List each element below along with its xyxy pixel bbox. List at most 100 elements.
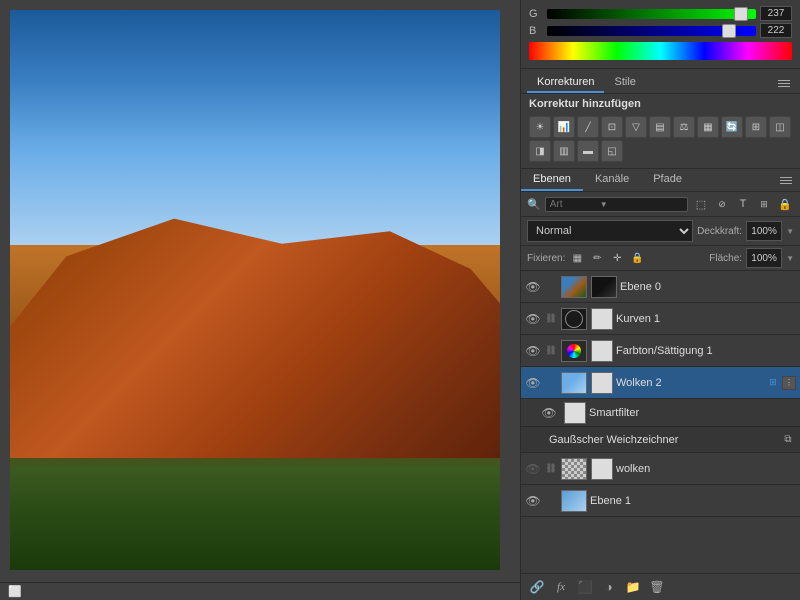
layer-mask-thumbnail [591, 308, 613, 330]
korrekturen-tabs: Korrekturen Stile [521, 73, 800, 94]
tb-icon3[interactable]: T [734, 195, 752, 213]
g-slider[interactable] [547, 9, 756, 19]
korr-photo[interactable]: ▦ [697, 116, 719, 138]
mask-button[interactable]: ⬛ [575, 577, 595, 597]
layer-name: Ebene 0 [620, 281, 796, 293]
layer-item-smartfilter[interactable]: 👁 Smartfilter [521, 399, 800, 427]
visibility-icon[interactable]: 👁 [525, 311, 541, 327]
layer-options-icon[interactable]: ⋮ [782, 376, 796, 390]
layer-item-gauss[interactable]: Gaußscher Weichzeichner ⧉ [521, 427, 800, 453]
thumb-blue [562, 491, 586, 511]
layer-thumbnail [561, 276, 587, 298]
layer-mask-thumbnail [591, 458, 613, 480]
visibility-icon[interactable]: 👁 [525, 279, 541, 295]
layer-item-wolken[interactable]: 👁 ⛓ wolken [521, 453, 800, 485]
layer-item[interactable]: 👁 ⛓ Kurven 1 [521, 303, 800, 335]
tab-pfade[interactable]: Pfade [641, 169, 694, 191]
fx-button[interactable]: fx [551, 577, 571, 597]
layer-mask-thumbnail [591, 372, 613, 394]
filter-options-icon[interactable]: ⧉ [780, 432, 796, 448]
right-panel: G B Korrekturen Stile [520, 0, 800, 600]
tb-icon5[interactable]: 🔒 [776, 195, 794, 213]
layer-thumbnail [561, 340, 587, 362]
fix-icon-lock[interactable]: 🔒 [629, 250, 645, 266]
korr-selective[interactable]: ◫ [769, 116, 791, 138]
korr-hue[interactable]: ▤ [649, 116, 671, 138]
ebenen-menu-btn[interactable] [780, 173, 796, 187]
korr-table[interactable]: ⊞ [745, 116, 767, 138]
folder-button[interactable]: 📁 [623, 577, 643, 597]
color-gradient-bar[interactable] [529, 42, 792, 60]
blend-mode-select[interactable]: Normal [527, 220, 693, 242]
korr-mixer[interactable]: 🔄 [721, 116, 743, 138]
layer-item[interactable]: 👁 Ebene 0 [521, 271, 800, 303]
chain-icon: ⛓ [544, 462, 558, 476]
opacity-row: Deckkraft: ▼ [697, 221, 794, 241]
flaeche-label: Fläche: [709, 253, 742, 264]
ebenen-panel: Ebenen Kanäle Pfade 🔍 ▼ ⬚ [521, 169, 800, 600]
layer-name: Ebene 1 [590, 495, 796, 507]
layer-thumbnail [561, 372, 587, 394]
smartfilter-thumb [564, 402, 586, 424]
fix-icon-pen[interactable]: ✏ [589, 250, 605, 266]
korr-gradient[interactable]: ◨ [529, 140, 551, 162]
layer-item[interactable]: 👁 ⛓ Farbton/Sättigung 1 [521, 335, 800, 367]
korr-invert[interactable]: ◱ [601, 140, 623, 162]
korr-levels[interactable]: 📊 [553, 116, 575, 138]
b-slider[interactable] [547, 26, 756, 36]
layer-item-ebene1[interactable]: 👁 Ebene 1 [521, 485, 800, 517]
tb-icon1[interactable]: ⬚ [692, 195, 710, 213]
tab-korrekturen[interactable]: Korrekturen [527, 73, 604, 93]
b-value[interactable] [760, 23, 792, 38]
fixieren-label: Fixieren: [527, 253, 565, 264]
korr-solid[interactable]: ▬ [577, 140, 599, 162]
fixieren-row: Fixieren: ▦ ✏ ✛ 🔒 Fläche: ▼ [521, 246, 800, 271]
opacity-dropdown[interactable]: ▼ [786, 227, 794, 236]
canvas-area: ⬜ [0, 0, 520, 600]
layer-extra: ⊞ ⋮ [766, 376, 796, 390]
tb-icon2[interactable]: ⊘ [713, 195, 731, 213]
blend-row: Normal Deckkraft: ▼ [521, 217, 800, 246]
g-thumb[interactable] [734, 7, 748, 21]
tab-ebenen[interactable]: Ebenen [521, 169, 583, 191]
fix-icon-move[interactable]: ✛ [609, 250, 625, 266]
thumb-curves [562, 309, 586, 329]
b-thumb[interactable] [722, 24, 736, 38]
korr-curves[interactable]: ╱ [577, 116, 599, 138]
trash-button[interactable]: 🗑 [647, 577, 667, 597]
layer-name: Gaußscher Weichzeichner [549, 434, 777, 446]
visibility-icon[interactable]: 👁 [525, 493, 541, 509]
fix-icon-checkboard[interactable]: ▦ [569, 250, 585, 266]
korr-brightness[interactable]: ☀ [529, 116, 551, 138]
b-label: B [529, 25, 543, 37]
korr-balance[interactable]: ⚖ [673, 116, 695, 138]
visibility-icon[interactable]: 👁 [525, 343, 541, 359]
visibility-icon[interactable]: 👁 [541, 405, 557, 421]
opacity-value[interactable] [746, 221, 782, 241]
flaeche-value[interactable] [746, 248, 782, 268]
layer-list: 👁 Ebene 0 👁 ⛓ [521, 271, 800, 573]
menu-line1 [778, 80, 790, 81]
adjustment-button[interactable]: ◑ [599, 577, 619, 597]
emenu-line2 [780, 180, 792, 181]
tab-kanaele[interactable]: Kanäle [583, 169, 641, 191]
search-box[interactable]: ▼ [545, 197, 688, 212]
korr-vibrance[interactable]: ▽ [625, 116, 647, 138]
layer-thumbnail [561, 308, 587, 330]
korrekturen-menu-btn[interactable] [778, 76, 794, 90]
tb-icon4[interactable]: ⊞ [755, 195, 773, 213]
visibility-icon[interactable]: 👁 [525, 375, 541, 391]
opacity-label: Deckkraft: [697, 226, 742, 237]
flaeche-dropdown[interactable]: ▼ [786, 254, 794, 263]
korr-exposure[interactable]: ⊡ [601, 116, 623, 138]
korr-pattern[interactable]: ▥ [553, 140, 575, 162]
link-button[interactable]: 🔗 [527, 577, 547, 597]
search-input[interactable] [550, 199, 600, 210]
layer-item-wolken2[interactable]: 👁 Wolken 2 ⊞ ⋮ [521, 367, 800, 399]
visibility-icon[interactable]: 👁 [525, 461, 541, 477]
search-dropdown-icon[interactable]: ▼ [600, 200, 608, 209]
g-value[interactable] [760, 6, 792, 21]
layer-name: Kurven 1 [616, 313, 796, 325]
tab-stile[interactable]: Stile [604, 73, 645, 93]
main-layout: ⬜ G B Korrekture [0, 0, 800, 600]
